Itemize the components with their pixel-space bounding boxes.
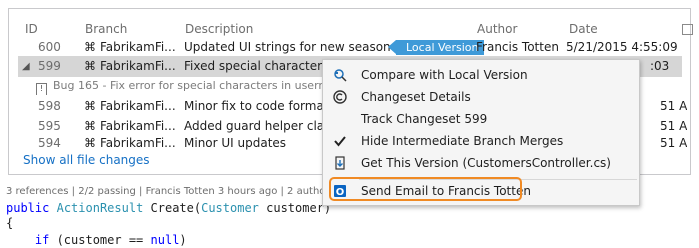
show-all-file-changes-link[interactable]: Show all file changes <box>23 153 150 167</box>
column-header-date[interactable]: Date <box>569 22 598 36</box>
row-date: 51 A <box>660 99 688 113</box>
row-date: 5/21/2015 4:55:09 <box>566 40 678 54</box>
row-description: Fixed special character erro <box>184 59 334 73</box>
row-description: Updated UI strings for new season <box>184 40 391 54</box>
collapse-icon[interactable]: ◢ <box>22 56 34 77</box>
code-line: { <box>6 216 14 230</box>
row-id: 598 <box>38 99 61 113</box>
code-lens-bar[interactable]: 3 references | 2/2 passing | Francis Tot… <box>6 186 347 197</box>
highlight-outline <box>329 177 522 201</box>
work-item-icon: ! <box>36 83 47 95</box>
menu-item-hide-merges[interactable]: Hide Intermediate Branch Merges <box>323 130 639 152</box>
menu-item-changeset-details[interactable]: Changeset Details <box>323 86 639 108</box>
row-id: 600 <box>38 40 61 54</box>
branch-icon: ⌘ <box>84 59 96 73</box>
code-line: public ActionResult Create(Customer cust… <box>6 201 332 215</box>
row-date: :03 <box>650 59 670 73</box>
compare-icon <box>334 69 347 82</box>
branch-icon: ⌘ <box>84 136 96 150</box>
get-version-icon <box>335 156 345 170</box>
checkmark-icon <box>334 136 346 147</box>
branch-icon: ⌘ <box>84 40 96 54</box>
row-date: 51 A <box>660 136 688 150</box>
menu-item-get-version[interactable]: Get This Version (CustomersController.cs… <box>323 152 639 174</box>
row-branch: FabrikamFi... <box>100 40 176 54</box>
row-branch: FabrikamFi... <box>100 99 176 113</box>
work-item-label: Bug 165 - Fix error for special characte… <box>53 79 326 92</box>
expand-icon[interactable] <box>682 24 693 35</box>
menu-item-track-changeset[interactable]: Track Changeset 599 <box>323 108 639 130</box>
row-branch: FabrikamFi... <box>100 59 176 73</box>
menu-item-compare[interactable]: Compare with Local Version <box>323 64 639 86</box>
local-version-tag: Local Version <box>387 40 485 55</box>
row-branch: FabrikamFi... <box>100 136 176 150</box>
table-row[interactable]: 600 ⌘ FabrikamFi... Updated UI strings f… <box>18 37 682 58</box>
linked-work-item[interactable]: ! Bug 165 - Fix error for special charact… <box>36 77 336 95</box>
row-id: 599 <box>38 59 61 73</box>
column-header-branch[interactable]: Branch <box>85 22 127 36</box>
row-author: Francis Totten <box>476 40 559 54</box>
changeset-icon <box>333 90 347 104</box>
row-description: Minor UI updates <box>184 136 287 150</box>
column-header-id[interactable]: ID <box>25 22 38 36</box>
column-header-author[interactable]: Author <box>477 22 517 36</box>
branch-icon: ⌘ <box>84 99 96 113</box>
column-header-description[interactable]: Description <box>185 22 253 36</box>
row-description: Minor fix to code formattir <box>184 99 334 113</box>
row-id: 594 <box>38 136 61 150</box>
code-line: if (customer == null) <box>34 233 187 247</box>
